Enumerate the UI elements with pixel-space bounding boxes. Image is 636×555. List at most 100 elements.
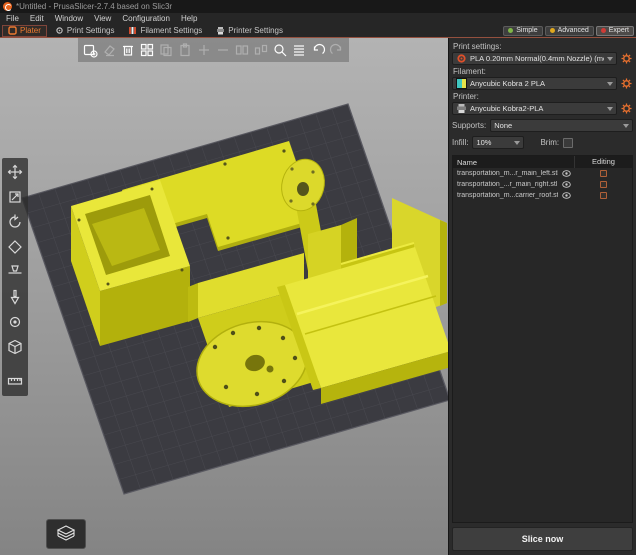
object-row[interactable]: transportation_...r_main_right.stl <box>453 179 632 190</box>
mode-simple-button[interactable]: Simple <box>503 26 542 36</box>
printer-combo[interactable]: Anycubic Kobra2-PLA <box>452 102 617 115</box>
printer-row: Anycubic Kobra2-PLA <box>452 102 633 115</box>
editing-column-header: Editing <box>574 156 632 168</box>
object-list-header: Name Editing <box>453 156 632 168</box>
object-name: transportation_m...carrier_roof.stl <box>453 192 558 199</box>
editing-toggle-icon <box>600 170 607 177</box>
tabbar: Plater Print Settings Filament Settings … <box>0 24 636 37</box>
delete-icon[interactable] <box>101 42 117 58</box>
editing-toggle-icon <box>600 192 607 199</box>
object-list: Name Editing transportation_m...r_main_l… <box>452 155 633 523</box>
filament-icon <box>128 26 137 35</box>
chevron-down-icon <box>514 141 520 145</box>
menu-file[interactable]: File <box>6 14 19 23</box>
split-to-parts-icon[interactable] <box>253 42 269 58</box>
visibility-eye-icon[interactable] <box>558 192 574 199</box>
emboss-icon[interactable] <box>6 338 24 356</box>
scale-icon[interactable] <box>6 188 24 206</box>
expert-dot-icon <box>601 28 606 33</box>
tab-filament-settings[interactable]: Filament Settings <box>122 25 208 37</box>
plater-icon <box>8 26 17 35</box>
printer-value: Anycubic Kobra2-PLA <box>470 104 604 113</box>
menu-edit[interactable]: Edit <box>30 14 44 23</box>
object-name: transportation_...r_main_right.stl <box>453 181 558 188</box>
filament-row: Anycubic Kobra 2 PLA <box>452 77 633 90</box>
split-to-objects-icon[interactable] <box>234 42 250 58</box>
infill-combo[interactable]: 10% <box>472 136 524 149</box>
rotate-icon[interactable] <box>6 213 24 231</box>
chevron-down-icon <box>607 107 613 111</box>
name-column-header: Name <box>453 158 574 167</box>
remove-instance-icon[interactable] <box>215 42 231 58</box>
titlebar: *Untitled - PrusaSlicer-2.7.4 based on S… <box>0 0 636 13</box>
mode-expert-label: Expert <box>609 27 629 34</box>
tab-print-settings[interactable]: Print Settings <box>49 25 121 37</box>
add-instance-icon[interactable] <box>196 42 212 58</box>
object-name: transportation_m...r_main_left.stl <box>453 170 558 177</box>
visibility-eye-icon[interactable] <box>558 181 574 188</box>
filament-combo[interactable]: Anycubic Kobra 2 PLA <box>452 77 617 90</box>
search-icon[interactable] <box>272 42 288 58</box>
paint-on-supports-icon[interactable] <box>6 288 24 306</box>
delete-all-icon[interactable] <box>120 42 136 58</box>
mode-switcher: Simple Advanced Expert <box>503 25 634 36</box>
tab-printer-settings[interactable]: Printer Settings <box>210 25 289 37</box>
menu-window[interactable]: Window <box>55 14 83 23</box>
filament-gear-button[interactable] <box>620 77 633 90</box>
redo-icon[interactable] <box>329 42 345 58</box>
supports-row: Supports: None <box>452 119 633 132</box>
arrange-icon[interactable] <box>139 42 155 58</box>
filament-color-swatch <box>456 78 467 89</box>
mode-advanced-button[interactable]: Advanced <box>545 26 594 36</box>
copy-icon[interactable] <box>158 42 174 58</box>
brim-label: Brim: <box>540 138 559 147</box>
viewport-toolbar <box>78 38 349 62</box>
print-settings-gear-button[interactable] <box>620 52 633 65</box>
visibility-eye-icon[interactable] <box>558 170 574 177</box>
undo-icon[interactable] <box>310 42 326 58</box>
measure-icon[interactable] <box>6 372 24 390</box>
object-row[interactable]: transportation_m...carrier_roof.stl <box>453 190 632 201</box>
menu-view[interactable]: View <box>94 14 111 23</box>
chevron-down-icon <box>607 57 613 61</box>
tab-plater-label: Plater <box>20 26 41 35</box>
place-on-face-icon[interactable] <box>6 238 24 256</box>
seam-painting-icon[interactable] <box>6 313 24 331</box>
printer-icon <box>216 26 225 35</box>
advanced-dot-icon <box>550 28 555 33</box>
main-content: Print settings: PLA 0.20mm Normal(0.4mm … <box>0 38 636 555</box>
menu-help[interactable]: Help <box>181 14 197 23</box>
prusaslicer-window: *Untitled - PrusaSlicer-2.7.4 based on S… <box>0 0 636 555</box>
window-title: *Untitled - PrusaSlicer-2.7.4 based on S… <box>16 2 172 11</box>
tab-print-settings-label: Print Settings <box>67 26 115 35</box>
filament-value: Anycubic Kobra 2 PLA <box>470 79 604 88</box>
viewport-canvas[interactable] <box>0 38 448 555</box>
mode-expert-button[interactable]: Expert <box>596 26 634 36</box>
editing-toggle[interactable] <box>574 181 632 188</box>
gear-icon <box>621 53 632 64</box>
slice-now-button[interactable]: Slice now <box>452 527 633 551</box>
tab-plater[interactable]: Plater <box>2 25 47 37</box>
add-icon[interactable] <box>82 42 98 58</box>
mode-simple-label: Simple <box>516 27 537 34</box>
chevron-down-icon <box>607 82 613 86</box>
cut-icon[interactable] <box>6 263 24 281</box>
filament-label: Filament: <box>453 67 633 76</box>
move-icon[interactable] <box>6 163 24 181</box>
object-row[interactable]: transportation_m...r_main_left.stl <box>453 168 632 179</box>
mode-advanced-label: Advanced <box>558 27 589 34</box>
paste-icon[interactable] <box>177 42 193 58</box>
infill-label: Infill: <box>452 138 468 147</box>
printer-gear-button[interactable] <box>620 102 633 115</box>
print-settings-combo[interactable]: PLA 0.20mm Normal(0.4mm Nozzle) (modifie… <box>452 52 617 65</box>
sliced-layers-view-button[interactable] <box>46 519 86 549</box>
editing-toggle[interactable] <box>574 192 632 199</box>
brim-checkbox[interactable] <box>563 138 573 148</box>
editing-toggle[interactable] <box>574 170 632 177</box>
infill-value: 10% <box>476 138 511 147</box>
variable-layer-height-icon[interactable] <box>291 42 307 58</box>
app-logo-icon <box>3 2 12 11</box>
menu-configuration[interactable]: Configuration <box>122 14 170 23</box>
supports-label: Supports: <box>452 121 486 130</box>
supports-combo[interactable]: None <box>490 119 633 132</box>
